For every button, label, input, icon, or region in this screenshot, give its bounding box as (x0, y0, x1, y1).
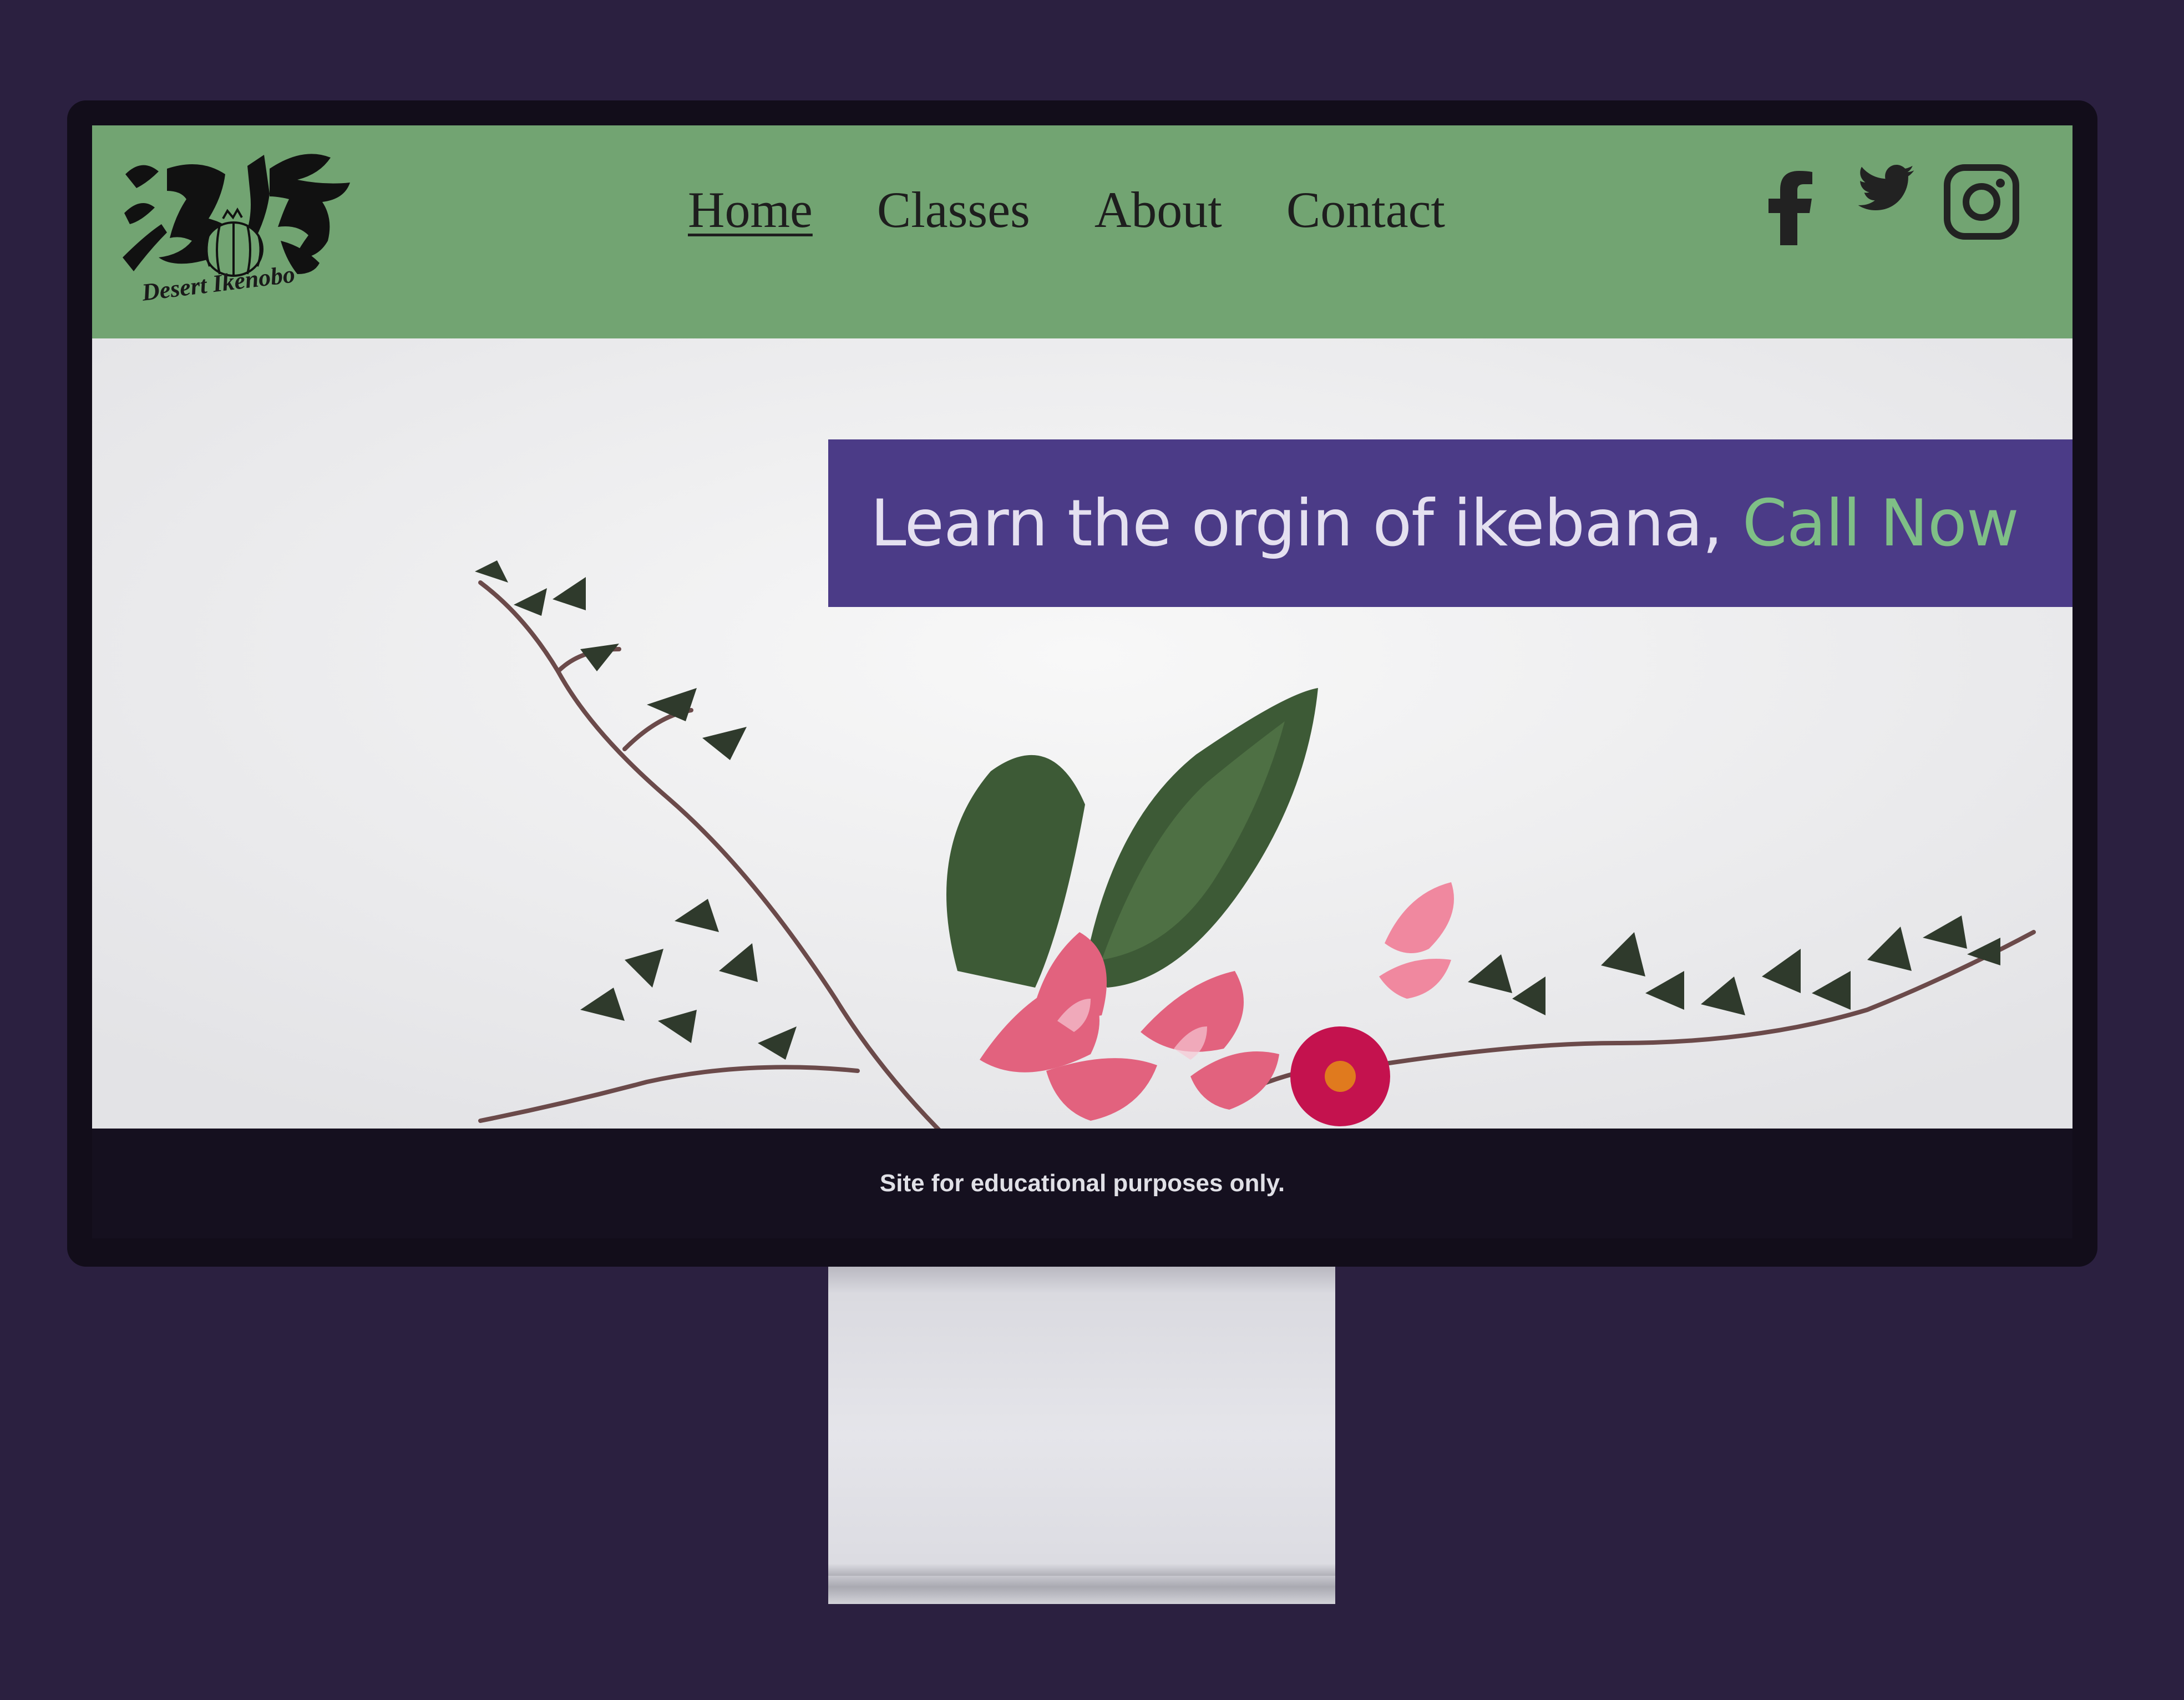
nav-home-link[interactable]: Home (688, 180, 813, 239)
nav-about-link[interactable]: About (1094, 180, 1222, 239)
cta-text: Learn the orgin of ikebana, (870, 485, 1723, 561)
site-header: Desert Ikenobo Home Classes About Contac… (92, 125, 2072, 338)
monitor-stand (828, 1267, 1335, 1604)
facebook-icon[interactable] (1759, 162, 1825, 251)
call-now-link[interactable]: Call Now (1742, 486, 2019, 561)
twitter-icon[interactable] (1853, 159, 1919, 247)
footer-disclaimer: Site for educational purposes only. (879, 1170, 1285, 1197)
nav-classes-link[interactable]: Classes (877, 180, 1030, 239)
main-nav: Home Classes About Contact (688, 176, 1445, 243)
monitor-stand-base (828, 1576, 1335, 1604)
site-logo[interactable]: Desert Ikenobo (114, 135, 364, 335)
instagram-icon[interactable] (1942, 162, 2021, 251)
nav-contact-link[interactable]: Contact (1286, 180, 1445, 239)
site-footer: Site for educational purposes only. (92, 1129, 2072, 1238)
monitor-screen: Desert Ikenobo Home Classes About Contac… (92, 125, 2072, 1238)
cta-banner: Learn the orgin of ikebana, Call Now (828, 439, 2072, 607)
hero-section: Learn the orgin of ikebana, Call Now (92, 338, 2072, 1129)
